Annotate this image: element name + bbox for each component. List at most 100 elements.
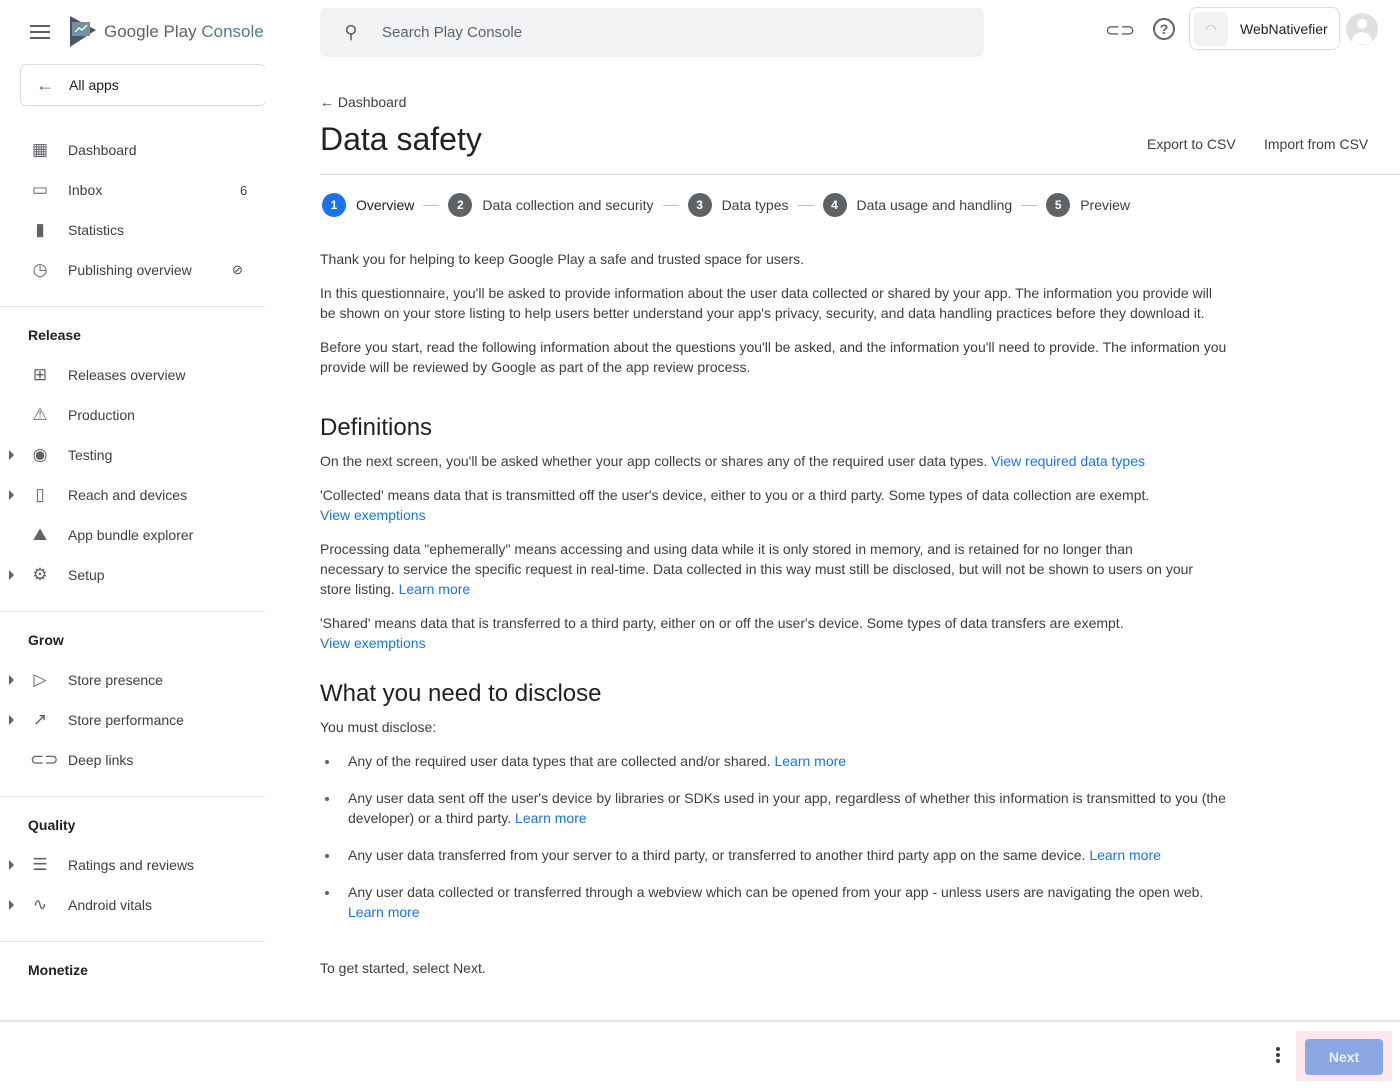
sidebar-item-app-bundle-explorer[interactable]: ⛰ App bundle explorer [0,515,265,555]
sync-off-icon: ⊘ [232,262,243,277]
search-input[interactable]: ⚲ Search Play Console [320,8,984,57]
label: Dashboard [68,142,137,158]
learn-more-link[interactable]: Learn more [774,753,846,769]
label: Store performance [68,712,184,728]
section-grow: Grow [28,632,64,648]
intro-text: In this questionnaire, you'll be asked t… [320,285,1212,321]
sidebar-item-store-performance[interactable]: ↗ Store performance [0,700,265,740]
main-content: Thank you for helping to keep Google Pla… [320,249,1230,992]
sidebar-item-deep-links[interactable]: ⊂⊃ Deep links [0,740,265,780]
more-vert-icon[interactable] [1276,1047,1280,1065]
breadcrumb[interactable]: ← Dashboard [320,94,406,110]
learn-more-link[interactable]: Learn more [399,581,471,597]
trending-up-icon: ↗ [32,710,48,729]
section-quality: Quality [28,817,76,833]
label: Testing [68,447,113,463]
sidebar-item-store-presence[interactable]: ▷ Store presence [0,660,265,700]
expand-icon[interactable] [9,900,14,910]
list-item: Any user data collected or transferred t… [320,882,1230,922]
expand-icon[interactable] [9,675,14,685]
avatar[interactable] [1346,13,1378,45]
step-number: 3 [687,193,712,217]
production-icon: ⚠ [32,405,48,424]
step-connector [662,204,679,206]
step-data-types[interactable]: 3 Data types [687,193,789,217]
text: On the next screen, you'll be asked whet… [320,453,988,469]
learn-more-link[interactable]: Learn more [515,810,587,826]
text: 'Shared' means data that is transferred … [320,615,1124,631]
bundle-icon: ⛰ [32,525,48,544]
step-label: Preview [1080,197,1130,213]
link-icon: ⊂⊃ [30,750,59,769]
label: Production [68,407,135,423]
step-overview[interactable]: 1 Overview [322,193,414,217]
sidebar-item-publishing-overview[interactable]: ◷ Publishing overview ⊘ [0,250,265,290]
app-name: WebNativefier [1240,20,1328,37]
schedule-icon: ◷ [32,260,48,279]
step-connector [1021,204,1038,206]
learn-more-link[interactable]: Learn more [348,904,420,920]
expand-icon[interactable] [9,715,14,725]
step-label: Data usage and handling [856,197,1013,213]
label: Statistics [68,222,125,238]
all-apps-button[interactable]: ← All apps [20,64,265,106]
definition: 'Collected' means data that is transmitt… [320,485,1230,525]
logo-text: Google Play [104,22,197,41]
next-button-highlight: Next [1296,1031,1392,1081]
learn-more-link[interactable]: Learn more [1089,847,1161,863]
sidebar-item-reach-devices[interactable]: ▯ Reach and devices [0,475,265,515]
play-icon: ▷ [33,670,47,689]
reviews-icon: ☰ [32,855,48,874]
menu-icon[interactable] [30,25,50,39]
step-connector [423,204,440,206]
step-data-usage[interactable]: 4 Data usage and handling [822,193,1013,217]
view-exemptions-link[interactable]: View exemptions [320,635,426,651]
breadcrumb-label: Dashboard [337,94,407,110]
vitals-icon: ∿ [32,895,48,914]
view-exemptions-link[interactable]: View exemptions [320,507,426,523]
search-placeholder: Search Play Console [382,24,523,41]
text: 'Collected' means data that is transmitt… [320,487,1150,503]
expand-icon[interactable] [9,450,14,460]
play-console-logo-icon [70,16,96,47]
sidebar: Google Play Console ← All apps ▦ Dashboar… [0,0,265,1022]
step-number: 5 [1046,193,1071,217]
sidebar-item-ratings-reviews[interactable]: ☰ Ratings and reviews [0,845,265,885]
definitions-heading: Definitions [320,414,433,441]
next-button[interactable]: Next [1305,1039,1383,1075]
label: Reach and devices [68,487,188,503]
devices-icon: ▯ [35,485,45,504]
sidebar-item-production[interactable]: ⚠ Production [0,395,265,435]
text: Any user data collected or transferred t… [348,884,1204,900]
sidebar-item-statistics[interactable]: ▮ Statistics [0,210,265,250]
step-connector [797,204,814,206]
expand-icon[interactable] [9,570,14,580]
expand-icon[interactable] [9,490,14,500]
gear-icon: ⚙ [32,565,48,584]
label: Publishing overview [68,262,192,278]
sidebar-item-dashboard[interactable]: ▦ Dashboard [0,130,265,170]
step-number: 1 [322,193,346,217]
logo[interactable]: Google Play Console [68,16,264,48]
app-switcher[interactable]: ◠ WebNativefier [1189,7,1340,50]
list-item: Any user data transferred from your serv… [320,845,1230,865]
intro-text: Thank you for helping to keep Google Pla… [320,251,805,267]
expand-icon[interactable] [9,860,14,870]
import-csv-button[interactable]: Import from CSV [1264,136,1368,152]
view-required-data-types-link[interactable]: View required data types [991,453,1145,469]
help-icon[interactable]: ? [1153,18,1175,40]
sidebar-item-android-vitals[interactable]: ∿ Android vitals [0,885,265,925]
search-icon: ⚲ [344,22,358,42]
text: Any of the required user data types that… [348,753,771,769]
step-data-collection[interactable]: 2 Data collection and security [448,193,654,217]
sidebar-item-setup[interactable]: ⚙ Setup [0,555,265,595]
sidebar-item-inbox[interactable]: ▭ Inbox 6 [0,170,265,210]
sidebar-item-releases-overview[interactable]: ⊞ Releases overview [0,355,265,395]
link-icon[interactable]: ⊂⊃ [1105,18,1135,42]
bar-chart-icon: ▮ [35,220,45,239]
arrow-back-icon: ← [36,74,54,95]
export-csv-button[interactable]: Export to CSV [1147,136,1236,152]
step-preview[interactable]: 5 Preview [1046,193,1130,217]
sidebar-item-testing[interactable]: ◉ Testing [0,435,265,475]
step-number: 2 [448,193,473,217]
